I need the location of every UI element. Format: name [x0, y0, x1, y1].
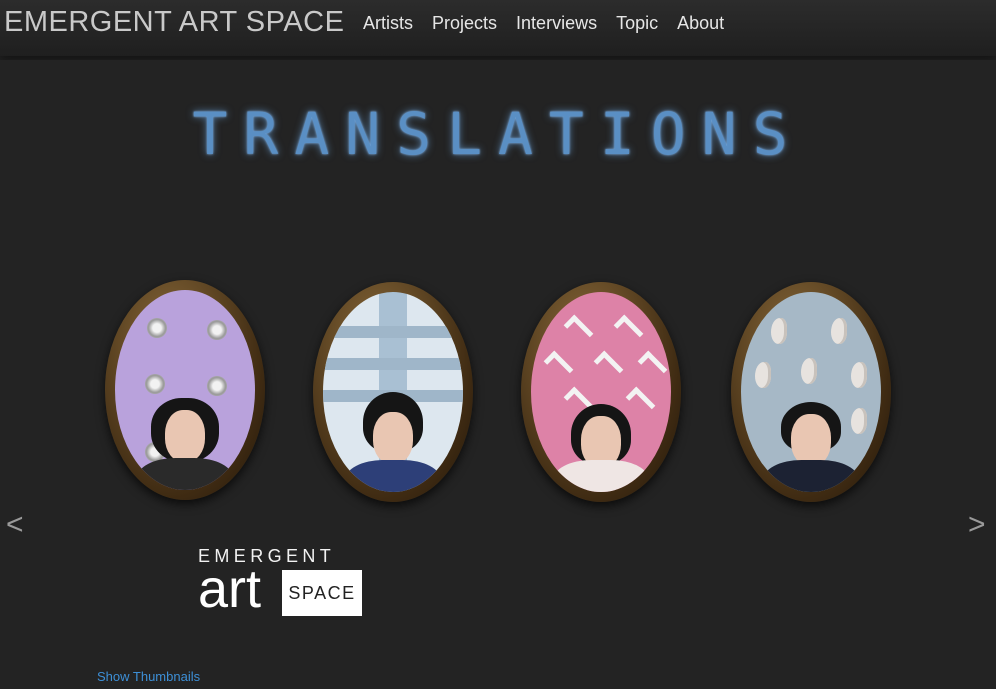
chevron-decoration	[563, 314, 594, 345]
previous-slide-arrow-icon[interactable]: <	[6, 508, 24, 542]
logo-wordmark-space: SPACE	[282, 570, 362, 616]
show-thumbnails-link[interactable]: Show Thumbnails	[97, 669, 200, 684]
portrait-1-image	[115, 290, 255, 490]
next-slide-arrow-icon[interactable]: >	[968, 508, 986, 542]
portrait-3[interactable]	[521, 282, 681, 502]
nav-about[interactable]: About	[677, 13, 724, 34]
telephone-dial-icon	[145, 374, 165, 394]
chevron-decoration	[637, 350, 668, 381]
chevron-decoration	[625, 386, 656, 417]
stripe-decoration	[323, 358, 463, 370]
site-brand-link[interactable]: EMERGENT ART SPACE	[4, 6, 344, 39]
ear-decoration	[851, 362, 867, 388]
figure-face	[165, 410, 205, 462]
telephone-dial-icon	[207, 376, 227, 396]
ear-decoration	[831, 318, 847, 344]
emergent-art-space-logo: EMERGENT art SPACE	[198, 546, 368, 616]
exhibit-title: TRANSLATIONS	[192, 100, 804, 168]
telephone-dial-icon	[207, 320, 227, 340]
nav-artists[interactable]: Artists	[363, 13, 413, 34]
ear-decoration	[801, 358, 817, 384]
telephone-dial-icon	[147, 318, 167, 338]
portrait-2-image	[323, 292, 463, 492]
chevron-decoration	[613, 314, 644, 345]
ear-decoration	[771, 318, 787, 344]
figure-shoulders	[137, 458, 233, 490]
portrait-4-image	[741, 292, 881, 492]
portrait-3-image	[531, 292, 671, 492]
chevron-decoration	[593, 350, 624, 381]
figure-face	[373, 412, 413, 464]
nav-projects[interactable]: Projects	[432, 13, 497, 34]
figure-face	[791, 414, 831, 466]
main-nav: Artists Projects Interviews Topic About	[363, 13, 743, 34]
stripe-decoration	[323, 326, 463, 338]
ear-decoration	[851, 408, 867, 434]
logo-wordmark-art: art	[198, 559, 262, 619]
chevron-decoration	[543, 350, 574, 381]
figure-shoulders	[345, 460, 441, 492]
figure-shoulders	[763, 460, 859, 492]
portrait-4[interactable]	[731, 282, 891, 502]
top-navigation-bar: EMERGENT ART SPACE Artists Projects Inte…	[0, 0, 996, 56]
nav-interviews[interactable]: Interviews	[516, 13, 597, 34]
nav-topic[interactable]: Topic	[616, 13, 658, 34]
figure-shoulders	[553, 460, 649, 492]
portrait-1[interactable]	[105, 280, 265, 500]
portrait-2[interactable]	[313, 282, 473, 502]
ear-decoration	[755, 362, 771, 388]
